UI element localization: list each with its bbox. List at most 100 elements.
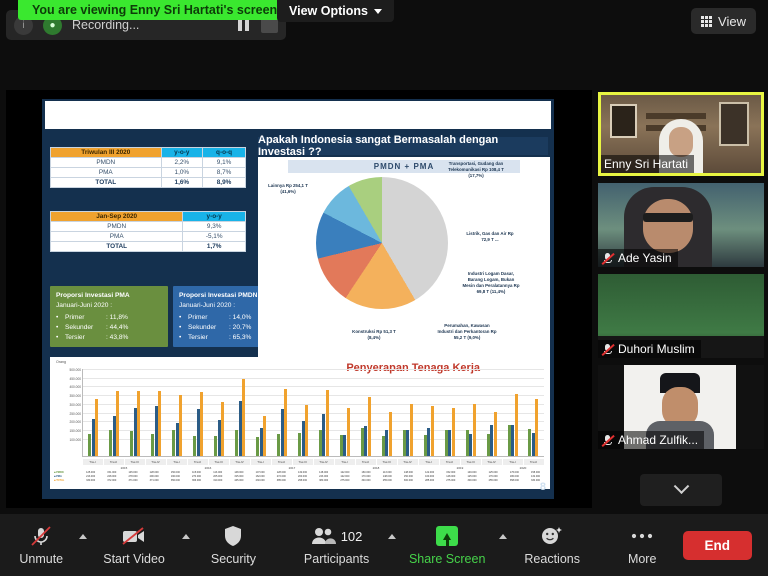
zoom-meeting-window: i ● Recording... You are viewing Enny Sr… [0, 0, 768, 576]
presentation-slide: Triwulan III 2020 y-o-y q-o-q PMDN 2,2% … [42, 99, 554, 499]
meeting-toolbar: Unmute Start Video Security 102 Particip… [0, 514, 768, 576]
bar [200, 392, 204, 456]
end-meeting-button[interactable]: End [682, 530, 752, 560]
bar [325, 389, 329, 456]
data-cell: 358.000 [509, 478, 519, 482]
security-button[interactable]: Security [186, 514, 282, 576]
table-triwulan-iii-2020: Triwulan III 2020 y-o-y q-o-q PMDN 2,2% … [50, 147, 246, 188]
unmute-button[interactable]: Unmute [0, 514, 87, 576]
participant-tile-0[interactable]: Enny Sri Hartati [598, 92, 764, 176]
bar-group [167, 369, 188, 456]
participants-button[interactable]: 102 Participants [281, 514, 396, 576]
bar-group [418, 369, 439, 456]
scroll-down-button[interactable] [640, 474, 722, 506]
x-axis-year: 2018 [372, 466, 380, 470]
view-options-label: View Options [289, 4, 368, 18]
y-axis-tick: 200.000 [69, 420, 81, 425]
bar [263, 415, 267, 456]
bar [221, 402, 225, 456]
start-video-button[interactable]: Start Video [83, 514, 190, 576]
participant-name: Ade Yasin [618, 251, 672, 265]
participant-name-tag-2: Duhori Muslim [598, 340, 701, 358]
more-label: More [627, 552, 657, 566]
bar [514, 393, 518, 456]
participant-name: Enny Sri Hartati [604, 157, 689, 171]
bar-chart-unit: Orang [56, 360, 66, 364]
participant-name-tag-1: Ade Yasin [598, 249, 678, 267]
data-cell: 385.000 [276, 478, 286, 482]
data-cell: 445.000 [234, 478, 244, 482]
y-axis-tick: 250.000 [69, 411, 81, 416]
x-axis-year: 2017 [288, 466, 296, 470]
x-axis-tick: Trw-II [103, 459, 124, 465]
bar-chart-card: Orang Penyerapan Tenaga Kerja 100.000 150… [50, 357, 550, 489]
more-button[interactable]: More [602, 514, 683, 576]
series-legend: ■ TOTAL [54, 478, 65, 482]
bar-group [104, 369, 125, 456]
video-off-icon [121, 524, 147, 548]
pie-slice-label: Perumahan, Kawasan Industri dan Perkanto… [437, 323, 497, 340]
x-axis-tick: Trw-I [166, 459, 187, 465]
bar-group [397, 369, 418, 456]
pie-chart [316, 177, 448, 309]
participant-name: Ahmad Zulfik... [618, 433, 699, 447]
x-axis-tick: Trw-I [502, 459, 523, 465]
table-jan-sep-2020: Jan-Sep 2020 y-o-y PMDN 9,3% PMA -5,1% T… [49, 211, 246, 252]
bar-chart-plot: 100.000 150.000 200.000 250.000 300.000 350.0… [69, 368, 544, 457]
x-axis-tick: Trw-IV [313, 459, 334, 465]
participant-tile-1[interactable]: Ade Yasin [598, 183, 764, 267]
table-row: PMA -5,1% [49, 231, 246, 242]
participant-tile-3[interactable]: Ahmad Zulfik... [598, 365, 764, 449]
grid-icon [701, 15, 713, 27]
participant-tile-2[interactable]: Duhori Muslim [598, 274, 764, 358]
data-cell: 295.000 [297, 478, 307, 482]
bar [305, 404, 308, 456]
participant-rail: Enny Sri Hartati Ade Yasin Duhori Muslim [598, 92, 764, 512]
share-screen-icon [436, 524, 459, 548]
pie-slice-label: Konstruksi Rp 51,3 T (8,4%) [352, 329, 396, 340]
table-q3-col-yoy: y-o-y [160, 147, 204, 158]
mic-off-icon [601, 434, 615, 447]
bar [137, 391, 141, 456]
recording-label: Recording... [72, 18, 140, 32]
data-cell: 230.000 [255, 478, 265, 482]
bar [346, 408, 350, 456]
participants-icon: 102 [311, 524, 363, 548]
shared-screen-stage[interactable]: Triwulan III 2020 y-o-y q-o-q PMDN 2,2% … [6, 90, 592, 508]
data-cell: 366.000 [192, 478, 202, 482]
reactions-button[interactable]: Reactions [503, 514, 602, 576]
data-cell: 300.000 [403, 478, 413, 482]
data-cell: 380.000 [319, 478, 329, 482]
pie-chart-card: PMDN + PMA Lainnya Rp 254,1 T (41,6%) Tra… [258, 157, 550, 357]
list-item: • Tersier: 43,8% [56, 333, 129, 341]
bar [451, 408, 455, 456]
table-row: PMDN 2,2% 9,1% [50, 157, 246, 168]
view-options-button[interactable]: View Options [277, 0, 394, 22]
x-axis-tick: Trw-IV [397, 459, 418, 465]
x-axis-year: 2015 [120, 466, 128, 470]
data-cell: 371.000 [128, 478, 138, 482]
pie-slice-label: Transportasi, Gudang dan Telekomunikasi … [448, 161, 504, 178]
bar [284, 389, 288, 456]
table-row: PMDN 9,3% [49, 221, 246, 232]
data-cell: 350.000 [170, 478, 180, 482]
bar [409, 403, 413, 456]
participant-name-tag-0: Enny Sri Hartati [601, 155, 695, 173]
data-cell: 371.000 [149, 478, 159, 482]
table-row: PMA 1,0% 8,7% [50, 167, 246, 178]
x-axis-tick: Trw-I [334, 459, 355, 465]
x-axis-tick: Trw-II [271, 459, 292, 465]
y-axis-tick: 500.000 [69, 368, 81, 372]
participants-count: 102 [340, 528, 363, 544]
data-cell: 285.000 [425, 478, 435, 482]
view-layout-button[interactable]: View [691, 8, 756, 34]
viewing-screen-banner: You are viewing Enny Sri Hartati's scree… [18, 0, 292, 20]
x-axis-tick: Trw-II [523, 459, 544, 465]
data-cell: 300.000 [467, 478, 477, 482]
share-screen-button[interactable]: Share Screen [392, 514, 507, 576]
bar [242, 378, 246, 456]
data-cell: 275.000 [446, 478, 456, 482]
unmute-label: Unmute [19, 552, 64, 566]
table-jansep-col-yoy: y-o-y [182, 211, 246, 222]
bar-group [523, 369, 544, 456]
